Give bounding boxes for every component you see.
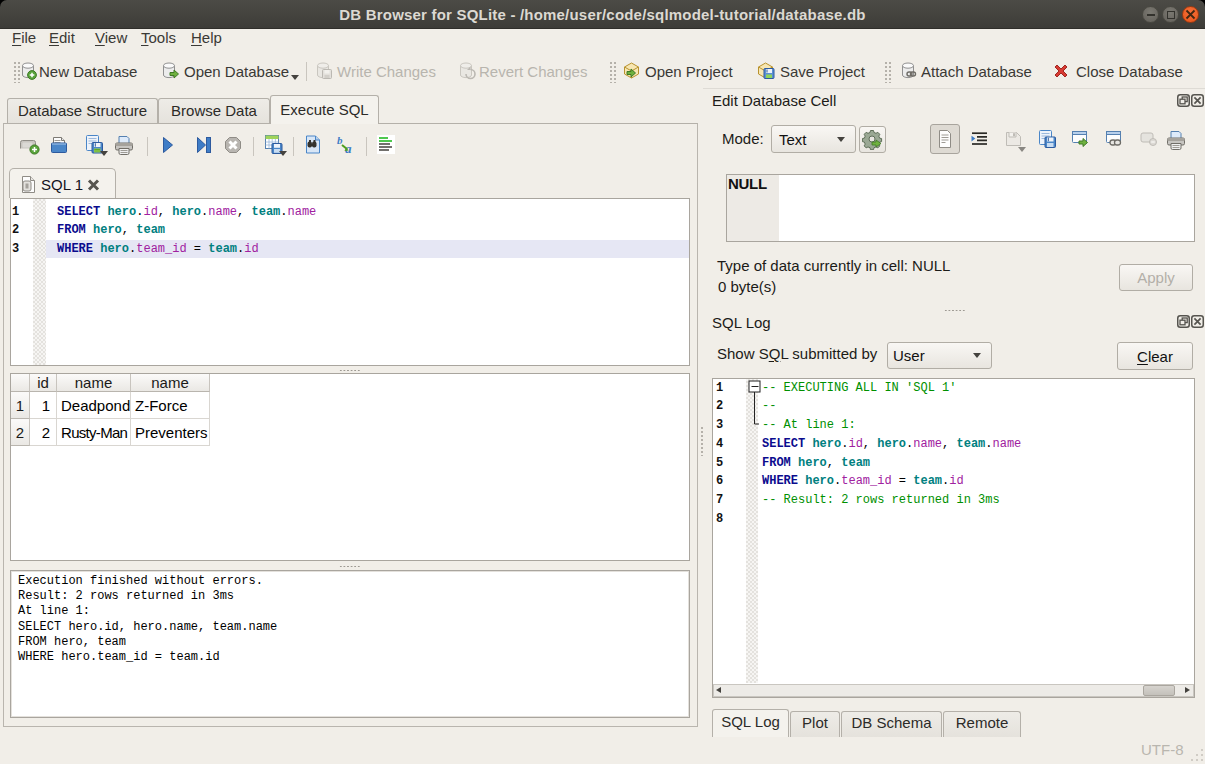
svg-text:b: b [337,135,343,146]
